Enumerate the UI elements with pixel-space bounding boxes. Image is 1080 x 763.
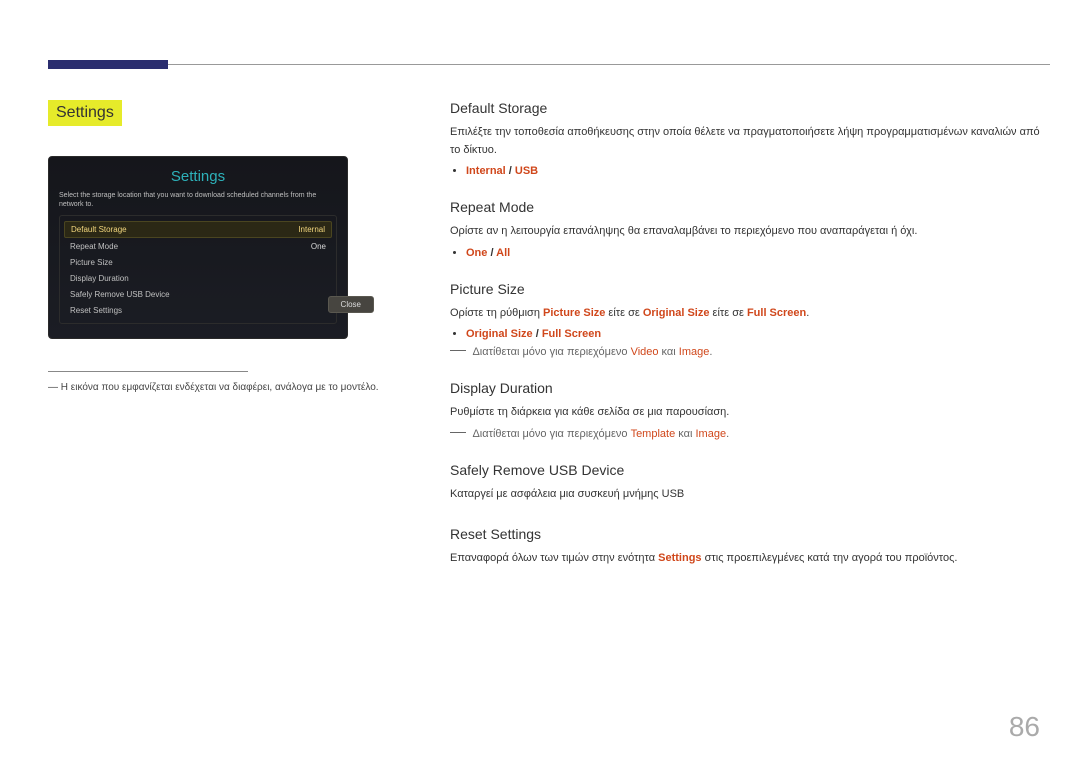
note-highlight: Template — [631, 428, 676, 440]
heading-repeat-mode: Repeat Mode — [450, 199, 1040, 215]
heading-safely-remove-usb: Safely Remove USB Device — [450, 462, 1040, 478]
options-default-storage: Internal / USB — [450, 165, 1040, 177]
close-button[interactable]: Close — [328, 296, 374, 313]
heading-display-duration: Display Duration — [450, 380, 1040, 396]
desc-highlight: Full Screen — [747, 307, 806, 319]
left-column: Settings Settings Select the storage loc… — [48, 100, 388, 395]
option-original-size: Original Size — [466, 328, 533, 340]
desc-text: είτε σε — [709, 307, 746, 319]
osd-title: Settings — [59, 165, 337, 191]
settings-osd: Settings Select the storage location tha… — [48, 156, 348, 339]
desc-text: είτε σε — [605, 307, 642, 319]
note-highlight: Image — [679, 346, 710, 358]
option-separator: / — [506, 165, 515, 177]
option-internal: Internal — [466, 165, 506, 177]
section-picture-size: Picture Size Ορίστε τη ρύθμιση Picture S… — [450, 281, 1040, 359]
footnote-body: Η εικόνα που εμφανίζεται ενδέχεται να δι… — [61, 382, 379, 393]
section-reset-settings: Reset Settings Επαναφορά όλων των τιμών … — [450, 526, 1040, 568]
osd-row-label: Default Storage — [71, 225, 127, 234]
option-separator: / — [533, 328, 542, 340]
page-number: 86 — [1009, 711, 1040, 743]
osd-row-repeat-mode[interactable]: Repeat Mode One — [64, 239, 332, 254]
desc-safely-remove-usb: Καταργεί με ασφάλεια μια συσκευή μνήμης … — [450, 486, 1040, 504]
desc-text: Επαναφορά όλων των τιμών στην ενότητα — [450, 552, 658, 564]
option-item: Original Size / Full Screen — [466, 328, 1040, 340]
desc-reset-settings: Επαναφορά όλων των τιμών στην ενότητα Se… — [450, 550, 1040, 568]
heading-picture-size: Picture Size — [450, 281, 1040, 297]
heading-default-storage: Default Storage — [450, 100, 1040, 116]
tv-settings-panel: Settings Select the storage location tha… — [48, 156, 388, 339]
osd-row-label: Repeat Mode — [70, 242, 118, 251]
osd-row-label: Display Duration — [70, 274, 129, 283]
section-repeat-mode: Repeat Mode Ορίστε αν η λειτουργία επανά… — [450, 199, 1040, 259]
header-rule — [168, 64, 1050, 65]
osd-row-value: Internal — [298, 225, 325, 234]
option-all: All — [496, 247, 510, 259]
section-display-duration: Display Duration Ρυθμίστε τη διάρκεια γι… — [450, 380, 1040, 440]
desc-highlight: Settings — [658, 552, 701, 564]
note-picture-size: Διατίθεται μόνο για περιεχόμενο Video κα… — [450, 346, 1040, 358]
desc-default-storage: Επιλέξτε την τοποθεσία αποθήκευσης στην … — [450, 124, 1040, 159]
note-highlight: Image — [695, 428, 726, 440]
note-text: Διατίθεται μόνο για περιεχόμενο — [472, 428, 630, 440]
footnote-divider — [48, 371, 248, 372]
option-full-screen: Full Screen — [542, 328, 601, 340]
osd-row-label: Picture Size — [70, 258, 113, 267]
option-one: One — [466, 247, 487, 259]
option-separator: / — [487, 247, 496, 259]
options-picture-size: Original Size / Full Screen — [450, 328, 1040, 340]
page-header-decoration — [0, 60, 1080, 72]
options-repeat-mode: One / All — [450, 247, 1040, 259]
section-default-storage: Default Storage Επιλέξτε την τοποθεσία α… — [450, 100, 1040, 177]
osd-row-label: Safely Remove USB Device — [70, 290, 170, 299]
desc-highlight: Picture Size — [543, 307, 605, 319]
note-highlight: Video — [631, 346, 659, 358]
note-text: . — [709, 346, 712, 358]
desc-highlight: Original Size — [643, 307, 710, 319]
footnote-dash: ― — [48, 382, 58, 393]
osd-row-default-storage[interactable]: Default Storage Internal — [64, 221, 332, 238]
osd-row-display-duration[interactable]: Display Duration — [64, 271, 332, 286]
note-dash-icon — [450, 432, 466, 433]
section-safely-remove-usb: Safely Remove USB Device Καταργεί με ασφ… — [450, 462, 1040, 504]
desc-text: Ορίστε τη ρύθμιση — [450, 307, 543, 319]
note-text: και — [659, 346, 679, 358]
osd-menu-list: Default Storage Internal Repeat Mode One… — [59, 215, 337, 324]
osd-row-reset-settings[interactable]: Reset Settings — [64, 303, 332, 318]
option-item: Internal / USB — [466, 165, 1040, 177]
desc-text: στις προεπιλεγμένες κατά την αγορά του π… — [702, 552, 958, 564]
osd-description: Select the storage location that you wan… — [59, 191, 337, 209]
footnote-text: ― Η εικόνα που εμφανίζεται ενδέχεται να … — [48, 380, 388, 395]
note-display-duration: Διατίθεται μόνο για περιεχόμενο Template… — [450, 428, 1040, 440]
note-dash-icon — [450, 350, 466, 351]
desc-text: . — [806, 307, 809, 319]
note-text: και — [675, 428, 695, 440]
osd-row-safely-remove[interactable]: Safely Remove USB Device — [64, 287, 332, 302]
osd-row-picture-size[interactable]: Picture Size — [64, 255, 332, 270]
section-title-settings: Settings — [48, 100, 122, 126]
note-text: . — [726, 428, 729, 440]
option-item: One / All — [466, 247, 1040, 259]
osd-row-label: Reset Settings — [70, 306, 122, 315]
right-column: Default Storage Επιλέξτε την τοποθεσία α… — [450, 100, 1040, 589]
heading-reset-settings: Reset Settings — [450, 526, 1040, 542]
option-usb: USB — [515, 165, 538, 177]
header-bar — [48, 60, 168, 69]
osd-row-value: One — [311, 242, 326, 251]
desc-picture-size: Ορίστε τη ρύθμιση Picture Size είτε σε O… — [450, 305, 1040, 323]
note-text: Διατίθεται μόνο για περιεχόμενο — [472, 346, 630, 358]
desc-repeat-mode: Ορίστε αν η λειτουργία επανάληψης θα επα… — [450, 223, 1040, 241]
desc-display-duration: Ρυθμίστε τη διάρκεια για κάθε σελίδα σε … — [450, 404, 1040, 422]
